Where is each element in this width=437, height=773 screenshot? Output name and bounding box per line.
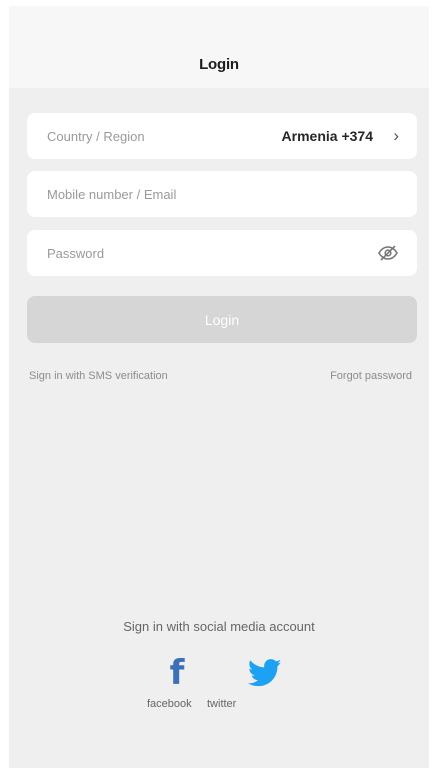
facebook-icon[interactable]: f <box>162 656 192 690</box>
password-placeholder: Password <box>47 245 105 261</box>
eye-hidden-icon[interactable] <box>377 244 399 262</box>
country-region-row[interactable]: Country / Region Armenia +374 › <box>27 113 417 159</box>
country-region-label: Country / Region <box>47 128 145 144</box>
sms-signin-link[interactable]: Sign in with SMS verification <box>29 370 168 382</box>
account-placeholder: Mobile number / Email <box>47 186 177 202</box>
login-screen: Login Country / Region Armenia +374 › Mo… <box>9 6 429 768</box>
password-field[interactable]: Password <box>27 230 417 276</box>
account-field[interactable]: Mobile number / Email <box>27 171 417 217</box>
forgot-password-link[interactable]: Forgot password <box>330 370 412 382</box>
social-signin-title: Sign in with social media account <box>123 619 315 634</box>
twitter-label: twitter <box>207 698 237 710</box>
login-button[interactable]: Login <box>27 296 417 343</box>
header-bar: Login <box>9 6 429 88</box>
facebook-label: facebook <box>147 698 192 710</box>
chevron-right-icon: › <box>393 126 399 145</box>
page-title: Login <box>199 56 239 73</box>
twitter-icon[interactable] <box>247 656 283 690</box>
country-region-value: Armenia +374 <box>281 128 373 144</box>
